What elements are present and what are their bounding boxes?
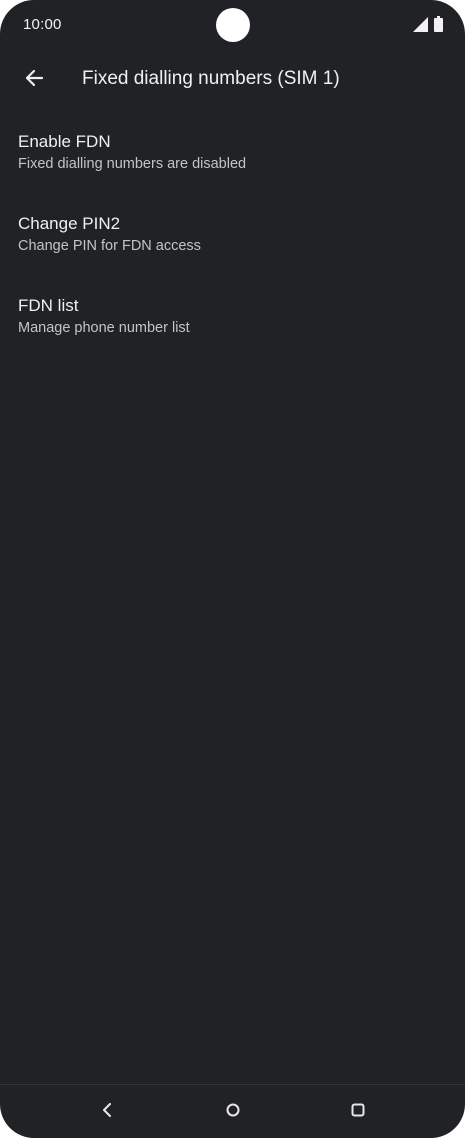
nav-home-icon <box>225 1102 241 1123</box>
status-icons <box>413 16 443 32</box>
pref-summary: Change PIN for FDN access <box>18 238 201 254</box>
pref-enable-fdn[interactable]: Enable FDN Fixed dialling numbers are di… <box>0 112 465 194</box>
nav-recents-icon <box>350 1102 366 1123</box>
pref-title: FDN list <box>18 296 79 315</box>
back-button[interactable] <box>14 60 54 100</box>
nav-back-button[interactable] <box>92 1097 122 1127</box>
pref-summary: Fixed dialling numbers are disabled <box>18 156 247 172</box>
pref-summary: Manage phone number list <box>18 320 190 336</box>
pref-title: Enable FDN <box>18 132 111 151</box>
battery-icon <box>434 16 443 32</box>
arrow-back-icon <box>24 68 44 93</box>
pref-title: Change PIN2 <box>18 214 121 233</box>
page-title: Fixed dialling numbers (SIM 1) <box>82 68 340 89</box>
pref-fdn-list[interactable]: FDN list Manage phone number list <box>0 276 465 358</box>
nav-home-button[interactable] <box>218 1097 248 1127</box>
navigation-bar <box>0 1084 465 1138</box>
camera-cutout <box>216 8 250 42</box>
pref-change-pin2[interactable]: Change PIN2 Change PIN for FDN access <box>0 194 465 276</box>
phone-screen: 10:00 Fixed dialling numbers (SIM 1) Ena… <box>0 0 465 1138</box>
nav-recents-button[interactable] <box>343 1097 373 1127</box>
app-bar: Fixed dialling numbers (SIM 1) <box>0 52 465 108</box>
nav-back-icon <box>101 1102 113 1122</box>
status-time: 10:00 <box>23 16 62 33</box>
settings-list: Enable FDN Fixed dialling numbers are di… <box>0 112 465 358</box>
status-bar: 10:00 <box>0 0 465 50</box>
signal-icon <box>413 17 428 32</box>
